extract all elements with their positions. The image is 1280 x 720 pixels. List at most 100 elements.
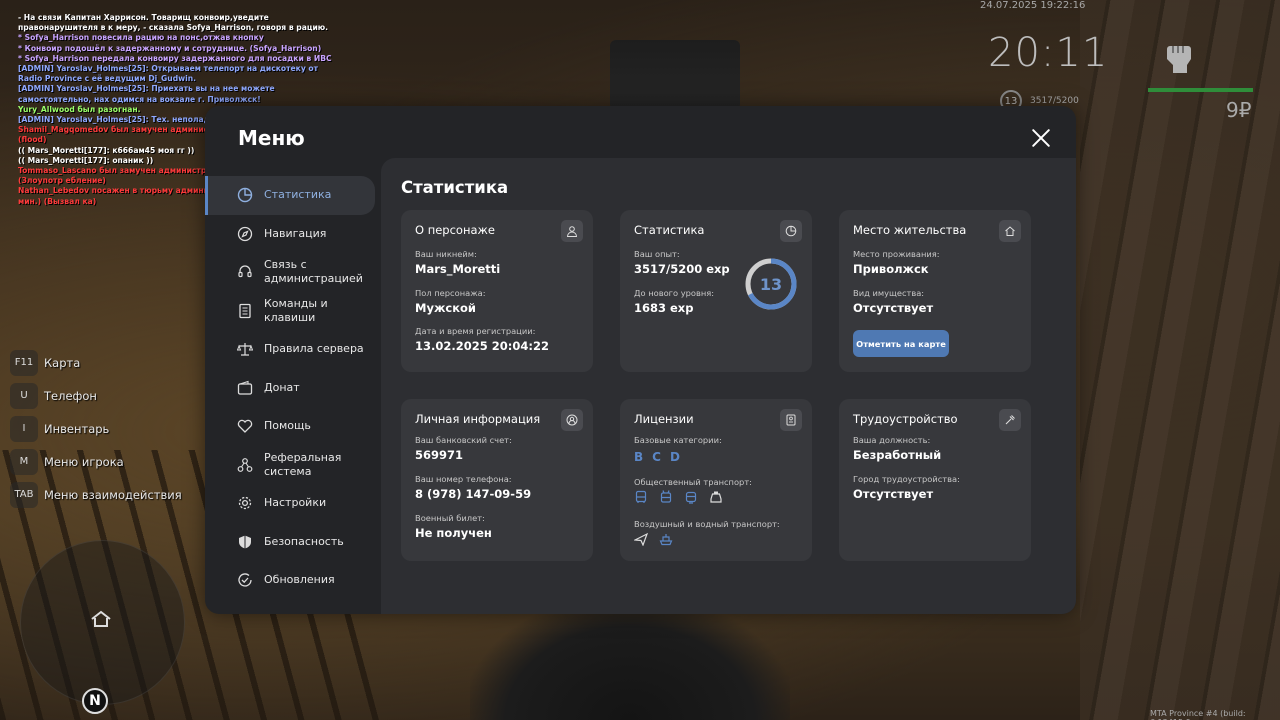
scales-icon (237, 343, 253, 356)
sidebar-item-label: Реферальная система (264, 450, 342, 478)
sidebar-item-label: Настройки (264, 496, 327, 510)
hotkey-phone[interactable]: U Телефон (10, 379, 182, 412)
exp-value: 3517/5200 exp (634, 262, 730, 276)
sidebar-item-referral[interactable]: Реферальная система (205, 446, 382, 485)
hammer-icon (999, 409, 1021, 431)
sidebar-item-label: Команды и клавиши (264, 296, 328, 324)
chat-line: - На связи Капитан Харрисон. Товарищ кон… (18, 13, 329, 33)
chat-line: * Sofya_Harrison повесила рацию на понс,… (18, 33, 264, 43)
airplane-icon (634, 532, 648, 546)
sidebar-item-security[interactable]: Безопасность (205, 523, 382, 562)
sidebar-item-donate[interactable]: Донат (205, 369, 382, 408)
field-label: Воздушный и водный транспорт: (634, 519, 780, 529)
hud-health-bar (1148, 88, 1253, 92)
sidebar-item-settings[interactable]: Настройки (205, 484, 382, 523)
north-indicator: N (82, 688, 108, 714)
sidebar-item-help[interactable]: Помощь (205, 407, 382, 446)
fist-icon (1167, 46, 1191, 73)
hud-money: 9₽ (1226, 98, 1252, 122)
hotkey-label: Инвентарь (44, 421, 110, 436)
wallet-icon (237, 380, 253, 395)
sidebar-item-contact-admin[interactable]: Связь с администрацией (205, 253, 382, 292)
position-value: Безработный (853, 448, 942, 462)
hotkey-label: Меню игрока (44, 454, 124, 469)
compass-icon (237, 226, 253, 241)
field-label: Базовые категории: (634, 435, 722, 445)
pie-chart-icon (237, 188, 253, 203)
bus-icon (635, 490, 647, 503)
hotkey-key: I (10, 415, 38, 442)
sidebar-item-label: Донат (264, 380, 300, 394)
card-title: Статистика (634, 223, 705, 237)
hotkey-inventory[interactable]: I Инвентарь (10, 412, 182, 445)
close-icon[interactable] (1030, 127, 1052, 149)
hud-datetime: 24.07.2025 19:22:16 (980, 0, 1086, 11)
field-label: Город трудоустройства: (853, 474, 960, 484)
background-chair (610, 40, 740, 110)
card-title: Личная информация (415, 412, 541, 426)
handshake-heart-icon (237, 420, 253, 434)
field-label: Дата и время регистрации: (415, 326, 536, 336)
hotkey-map[interactable]: F11 Карта (10, 346, 182, 379)
boat-icon (659, 534, 673, 546)
sidebar-item-statistics[interactable]: Статистика (205, 176, 375, 215)
trolleybus-icon (660, 490, 672, 503)
field-label: До нового уровня: (634, 288, 715, 298)
license-categories: B C D (634, 450, 680, 464)
next-level-value: 1683 exp (634, 301, 694, 315)
residence-value: Приволжск (853, 262, 929, 276)
sidebar-item-commands[interactable]: Команды и клавиши (205, 292, 382, 331)
field-label: Вид имущества: (853, 288, 925, 298)
menu-sidebar: Статистика Навигация Связь с администрац… (205, 176, 382, 600)
hotkey-key: M (10, 448, 38, 475)
gear-icon (238, 497, 252, 510)
license-category: C (652, 450, 661, 464)
sidebar-item-label: Обновления (264, 573, 335, 587)
chat-line: * Sofya_Harrison передала конвоиру задер… (18, 53, 332, 63)
card-personal-info: Личная информация Ваш банковский счет: 5… (401, 399, 593, 561)
id-card-icon (780, 409, 802, 431)
hotkey-key: F11 (10, 349, 38, 376)
field-label: Ваш опыт: (634, 249, 680, 259)
hotkey-key: U (10, 382, 38, 409)
field-label: Ваша должность: (853, 435, 931, 445)
background-player-figure (470, 600, 790, 720)
hotkey-player-menu[interactable]: M Меню игрока (10, 445, 182, 478)
property-value: Отсутствует (853, 301, 934, 315)
build-info: MTA Province #4 (build: 6.12415.9 (1150, 709, 1246, 720)
bank-account-value: 569971 (415, 448, 464, 462)
hud-exp: 3517/5200 (1030, 96, 1079, 106)
field-label: Пол персонажа: (415, 288, 486, 298)
sidebar-item-updates[interactable]: Обновления (205, 561, 382, 600)
air-water-transport-icons (634, 532, 673, 546)
military-id-value: Не получен (415, 526, 492, 540)
house-icon (999, 220, 1021, 242)
pie-chart-icon (780, 220, 802, 242)
phone-value: 8 (978) 147-09-59 (415, 487, 532, 501)
mark-on-map-button[interactable]: Отметить на карте (853, 330, 949, 357)
user-circle-icon (561, 409, 583, 431)
public-transport-icons (634, 490, 723, 504)
registration-value: 13.02.2025 20:04:22 (415, 339, 549, 353)
sidebar-item-label: Навигация (264, 226, 327, 240)
card-residence: Место жительства Место проживания: Приво… (839, 210, 1031, 372)
headset-icon (238, 265, 252, 278)
taxi-icon (710, 491, 722, 503)
sidebar-item-label: Статистика (264, 188, 332, 202)
sidebar-item-label: Помощь (264, 419, 311, 433)
field-label: Ваш номер телефона: (415, 474, 512, 484)
sidebar-item-label: Правила сервера (264, 342, 364, 356)
sidebar-item-navigation[interactable]: Навигация (205, 215, 382, 254)
hud-clock: 20:11 (988, 30, 1109, 76)
field-label: Военный билет: (415, 513, 485, 523)
card-title: Трудоустройство (853, 412, 958, 426)
home-icon (91, 610, 111, 627)
field-label: Место проживания: (853, 249, 940, 259)
gender-value: Мужской (415, 301, 476, 315)
sidebar-item-rules[interactable]: Правила сервера (205, 330, 382, 369)
level-value: 13 (759, 274, 783, 294)
card-licenses: Лицензии Базовые категории: B C D Общест… (620, 399, 812, 561)
hotkey-interaction-menu[interactable]: TAB Меню взаимодействия (10, 478, 182, 511)
field-label: Ваш никнейм: (415, 249, 477, 259)
card-title: О персонаже (415, 223, 495, 237)
